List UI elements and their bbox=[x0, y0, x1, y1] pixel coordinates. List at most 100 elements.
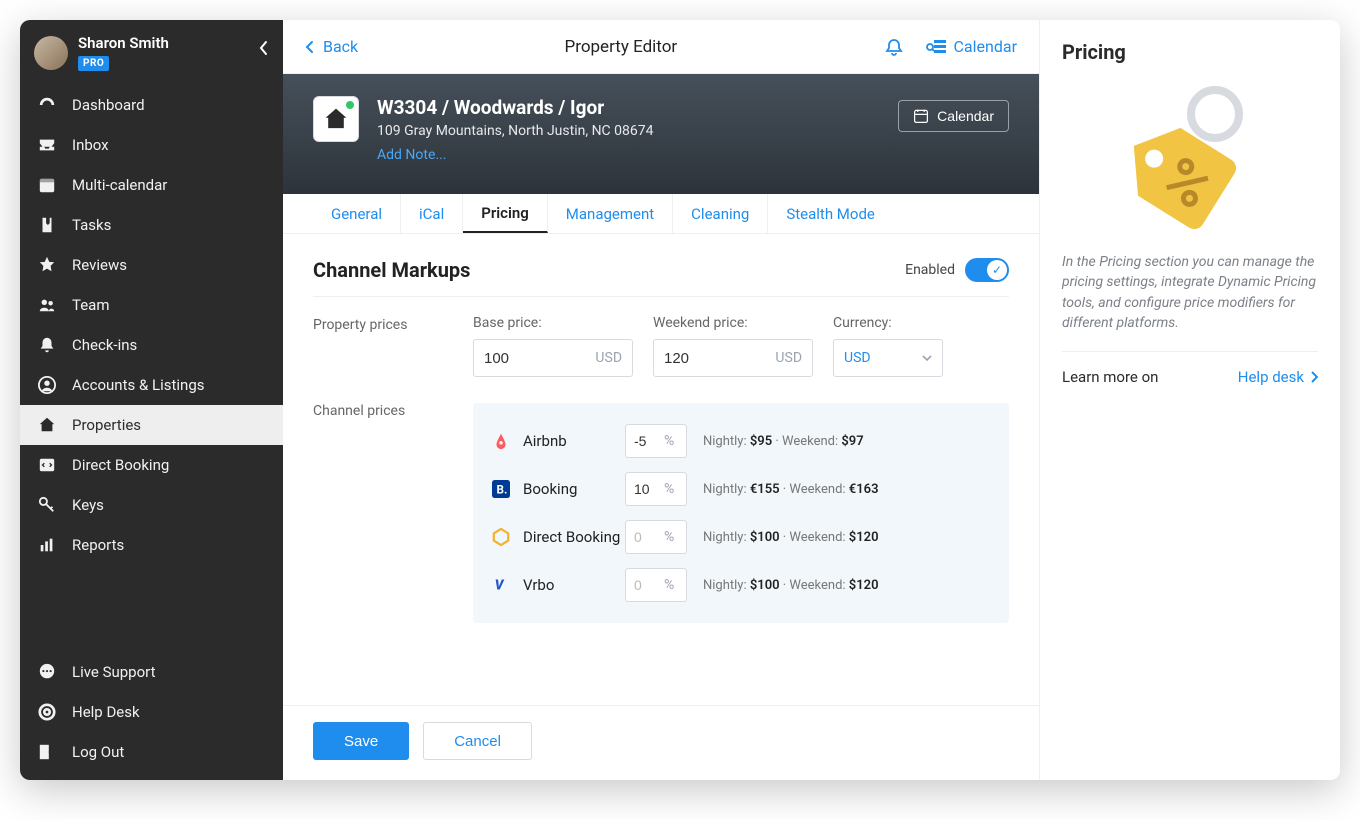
channel-name: Direct Booking bbox=[523, 528, 625, 546]
content: Channel Markups Enabled Property prices … bbox=[283, 234, 1039, 705]
channel-percent-input[interactable]: % bbox=[625, 520, 687, 554]
property-header: W3304 / Woodwards / Igor 109 Gray Mounta… bbox=[283, 74, 1039, 194]
tasks-icon bbox=[38, 216, 58, 234]
percent-field[interactable] bbox=[634, 529, 660, 545]
tab-pricing[interactable]: Pricing bbox=[463, 194, 548, 233]
enabled-label: Enabled bbox=[905, 262, 955, 278]
sidebar-item-reviews[interactable]: Reviews bbox=[20, 245, 283, 285]
channel-percent-input[interactable]: % bbox=[625, 568, 687, 602]
sidebar-item-direct-booking[interactable]: Direct Booking bbox=[20, 445, 283, 485]
percent-field[interactable] bbox=[634, 433, 660, 449]
cancel-button[interactable]: Cancel bbox=[423, 722, 532, 760]
sidebar-item-tasks[interactable]: Tasks bbox=[20, 205, 283, 245]
tab-management[interactable]: Management bbox=[548, 194, 673, 233]
lifebuoy-icon bbox=[38, 703, 58, 721]
tab-label: Pricing bbox=[481, 204, 529, 222]
sidebar-item-help-desk[interactable]: Help Desk bbox=[20, 692, 283, 732]
sidebar-item-reports[interactable]: Reports bbox=[20, 525, 283, 565]
help-desk-link[interactable]: Help desk bbox=[1238, 368, 1318, 386]
collapse-sidebar-icon[interactable] bbox=[259, 40, 269, 56]
percent-field[interactable] bbox=[634, 577, 660, 593]
code-icon bbox=[38, 456, 58, 474]
tab-ical[interactable]: iCal bbox=[401, 194, 463, 233]
sidebar-item-label: Inbox bbox=[72, 136, 109, 154]
calendar-icon bbox=[913, 108, 929, 124]
channel-summary: Nightly: $100 · Weekend: $120 bbox=[703, 578, 879, 593]
sidebar-item-team[interactable]: Team bbox=[20, 285, 283, 325]
star-icon bbox=[38, 256, 58, 274]
percent-suffix: % bbox=[664, 481, 674, 497]
sidebar-item-label: Log Out bbox=[72, 743, 124, 761]
tab-label: General bbox=[331, 205, 382, 223]
base-price-label: Base price: bbox=[473, 315, 633, 331]
save-label: Save bbox=[344, 733, 378, 750]
currency-select[interactable]: USD bbox=[833, 339, 943, 377]
key-icon bbox=[38, 496, 58, 514]
tab-stealth-mode[interactable]: Stealth Mode bbox=[768, 194, 893, 233]
sidebar-item-dashboard[interactable]: Dashboard bbox=[20, 85, 283, 125]
enabled-toggle[interactable] bbox=[965, 258, 1009, 282]
property-address: 109 Gray Mountains, North Justin, NC 086… bbox=[377, 123, 653, 139]
svg-text:V: V bbox=[495, 578, 505, 594]
sidebar-item-live-support[interactable]: Live Support bbox=[20, 652, 283, 692]
pricing-tag-illustration bbox=[1062, 82, 1318, 242]
base-price-input[interactable]: USD bbox=[473, 339, 633, 377]
sidebar-item-label: Live Support bbox=[72, 663, 156, 681]
chat-icon bbox=[38, 663, 58, 681]
percent-suffix: % bbox=[664, 433, 674, 449]
channel-row-booking: B. Booking % Nightly: €155 · Weekend: €1… bbox=[491, 465, 991, 513]
help-desk-label: Help desk bbox=[1238, 368, 1304, 386]
add-note-link[interactable]: Add Note... bbox=[377, 147, 653, 163]
booking-icon: B. bbox=[491, 479, 511, 499]
logout-icon bbox=[38, 743, 58, 761]
team-icon bbox=[38, 296, 58, 314]
notifications-icon[interactable] bbox=[884, 37, 904, 57]
base-price-field[interactable] bbox=[484, 350, 589, 367]
user-profile[interactable]: Sharon Smith PRO bbox=[20, 20, 283, 83]
calendar-button-label: Calendar bbox=[937, 108, 994, 124]
currency-label: Currency: bbox=[833, 315, 943, 331]
calendar-button[interactable]: Calendar bbox=[898, 100, 1009, 132]
channel-percent-input[interactable]: % bbox=[625, 472, 687, 506]
percent-suffix: % bbox=[664, 577, 674, 593]
nav-footer: Live Support Help Desk Log Out bbox=[20, 652, 283, 780]
save-button[interactable]: Save bbox=[313, 722, 409, 760]
vrbo-icon: V bbox=[491, 575, 511, 595]
calendar-label: Calendar bbox=[954, 37, 1017, 56]
currency-suffix: USD bbox=[775, 350, 802, 366]
channel-name: Vrbo bbox=[523, 576, 625, 594]
calendar-search-link[interactable]: Calendar bbox=[926, 37, 1017, 56]
percent-field[interactable] bbox=[634, 481, 660, 497]
channel-prices-label: Channel prices bbox=[313, 403, 473, 623]
weekend-price-input[interactable]: USD bbox=[653, 339, 813, 377]
sidebar-item-properties[interactable]: Properties bbox=[20, 405, 283, 445]
channel-percent-input[interactable]: % bbox=[625, 424, 687, 458]
cancel-label: Cancel bbox=[454, 733, 501, 750]
direct-booking-icon bbox=[491, 527, 511, 547]
sidebar-item-label: Reports bbox=[72, 536, 124, 554]
sidebar-item-checkins[interactable]: Check-ins bbox=[20, 325, 283, 365]
sidebar-item-accounts-listings[interactable]: Accounts & Listings bbox=[20, 365, 283, 405]
tab-general[interactable]: General bbox=[313, 194, 401, 233]
sidebar-item-keys[interactable]: Keys bbox=[20, 485, 283, 525]
tab-label: iCal bbox=[419, 205, 444, 223]
user-circle-icon bbox=[38, 376, 58, 394]
back-button[interactable]: Back bbox=[305, 37, 358, 56]
channel-name: Airbnb bbox=[523, 432, 625, 450]
avatar bbox=[34, 36, 68, 70]
topbar: Back Property Editor Calendar bbox=[283, 20, 1039, 74]
sidebar-item-inbox[interactable]: Inbox bbox=[20, 125, 283, 165]
weekend-price-field[interactable] bbox=[664, 350, 769, 367]
sidebar-item-label: Check-ins bbox=[72, 336, 137, 354]
sidebar-item-label: Accounts & Listings bbox=[72, 376, 205, 394]
sidebar-item-multi-calendar[interactable]: Multi-calendar bbox=[20, 165, 283, 205]
sidebar-item-log-out[interactable]: Log Out bbox=[20, 732, 283, 772]
property-prices-label: Property prices bbox=[313, 315, 473, 333]
svg-text:B.: B. bbox=[497, 483, 508, 497]
info-title: Pricing bbox=[1062, 40, 1318, 64]
tab-cleaning[interactable]: Cleaning bbox=[673, 194, 768, 233]
section-title: Channel Markups bbox=[313, 258, 470, 282]
sidebar-item-label: Properties bbox=[72, 416, 141, 434]
calendar-search-icon bbox=[926, 38, 948, 56]
learn-more-label: Learn more on bbox=[1062, 368, 1158, 386]
